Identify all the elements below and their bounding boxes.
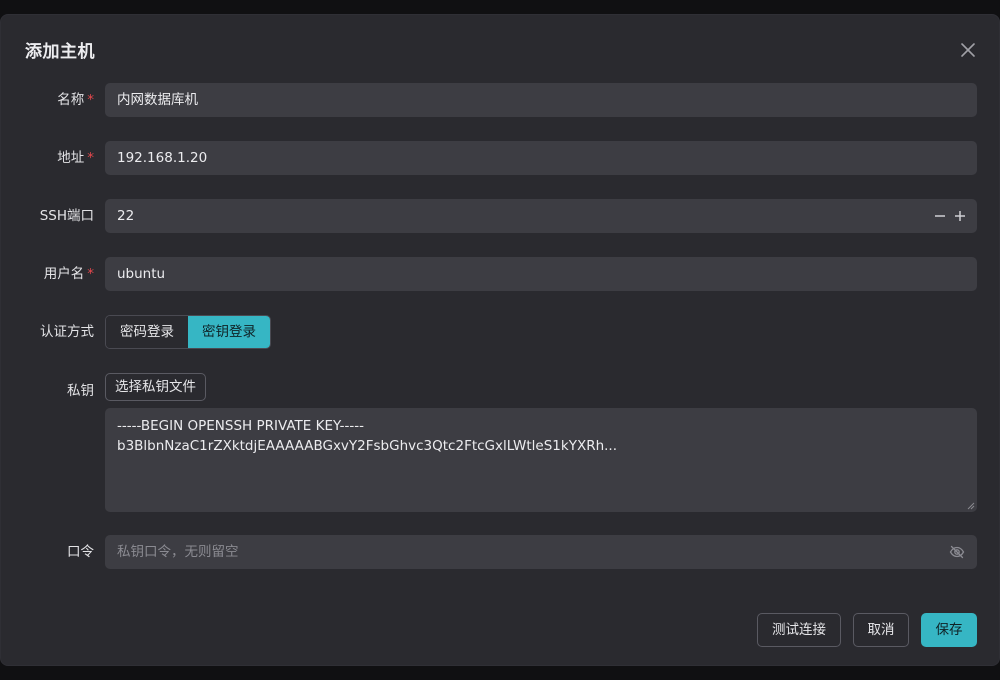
username-input[interactable]: ubuntu [105, 257, 977, 291]
passphrase-placeholder: 私钥口令，无则留空 [117, 544, 239, 560]
decrement-button[interactable] [933, 209, 947, 223]
username-input-value: ubuntu [117, 266, 166, 282]
stepper-controls [933, 199, 967, 233]
increment-button[interactable] [953, 209, 967, 223]
close-button[interactable] [957, 39, 979, 61]
required-mark: * [87, 92, 94, 108]
private-key-line: b3BlbnNzaC1rZXktdjEAAAAABGxvY2FsbGhvc3Qt… [117, 438, 618, 454]
private-key-label: 私钥 [67, 383, 94, 399]
test-connection-button[interactable]: 测试连接 [757, 613, 841, 647]
close-icon [961, 43, 975, 57]
private-key-line: -----BEGIN OPENSSH PRIVATE KEY----- [117, 418, 364, 434]
add-host-dialog: 添加主机 名称 * 内网数据库机 地址 * 192.168.1.20 SSH端口 2… [0, 14, 1000, 666]
dialog-title: 添加主机 [25, 42, 95, 62]
plus-icon [955, 211, 965, 221]
name-input[interactable]: 内网数据库机 [105, 83, 977, 117]
required-mark: * [87, 266, 94, 282]
resize-grip-icon[interactable] [967, 502, 975, 510]
save-button[interactable]: 保存 [921, 613, 977, 647]
auth-method-segmented: 密码登录 密钥登录 [105, 315, 271, 349]
ssh-port-label: SSH端口 [39, 208, 94, 224]
name-input-value: 内网数据库机 [117, 92, 198, 108]
passphrase-label: 口令 [67, 544, 94, 560]
ssh-port-stepper[interactable]: 22 [105, 199, 977, 233]
passphrase-input[interactable]: 私钥口令，无则留空 [105, 535, 977, 569]
auth-option-key[interactable]: 密钥登录 [188, 316, 270, 348]
cancel-button[interactable]: 取消 [853, 613, 909, 647]
ssh-port-value: 22 [117, 208, 135, 224]
address-label: 地址 * [57, 150, 94, 166]
private-key-textarea[interactable]: -----BEGIN OPENSSH PRIVATE KEY----- b3Bl… [105, 408, 977, 512]
address-input[interactable]: 192.168.1.20 [105, 141, 977, 175]
eye-off-icon[interactable] [949, 544, 965, 560]
username-label: 用户名 * [43, 266, 94, 282]
required-mark: * [87, 150, 94, 166]
choose-key-file-button[interactable]: 选择私钥文件 [105, 373, 206, 401]
auth-method-label: 认证方式 [40, 324, 94, 340]
address-input-value: 192.168.1.20 [117, 150, 208, 166]
name-label: 名称 * [57, 92, 94, 108]
minus-icon [935, 215, 945, 217]
auth-option-password[interactable]: 密码登录 [106, 316, 188, 348]
